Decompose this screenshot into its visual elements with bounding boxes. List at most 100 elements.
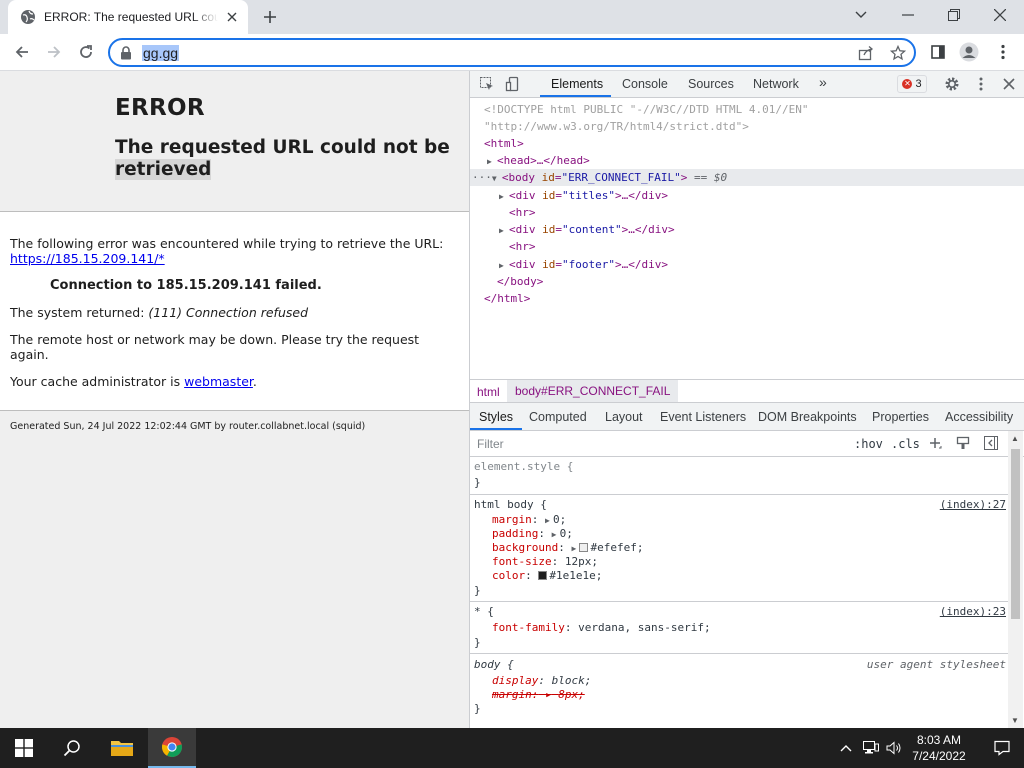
paint-brush-icon[interactable]: [956, 436, 972, 452]
close-window-button[interactable]: [977, 0, 1023, 30]
inspect-element-icon[interactable]: [479, 76, 495, 92]
back-button[interactable]: [8, 38, 36, 66]
expand-triangle-icon[interactable]: ▶: [499, 257, 509, 274]
start-button-icon[interactable]: [0, 728, 48, 768]
lock-icon[interactable]: [120, 46, 134, 60]
subtab-layout[interactable]: Layout: [605, 410, 643, 424]
tab-close-icon[interactable]: [224, 9, 240, 25]
div-attr: id: [542, 223, 556, 236]
new-style-rule-icon[interactable]: [928, 436, 944, 452]
tab-elements[interactable]: Elements: [551, 77, 603, 91]
scroll-down-icon[interactable]: ▼: [1011, 716, 1019, 725]
body-node[interactable]: ···▼ <body id="ERR_CONNECT_FAIL"> == $0: [470, 169, 1024, 186]
tab-console[interactable]: Console: [622, 77, 668, 91]
profile-avatar-icon[interactable]: [955, 38, 983, 66]
network-icon[interactable]: [860, 728, 882, 768]
requested-url-link[interactable]: https://185.15.209.141/*: [10, 251, 165, 266]
html-node[interactable]: <html>: [484, 135, 524, 152]
tab-network[interactable]: Network: [753, 77, 799, 91]
collapse-triangle-icon[interactable]: ▼: [492, 170, 502, 187]
rule-selector[interactable]: body {: [474, 658, 514, 672]
bookmark-star-icon[interactable]: [889, 44, 907, 61]
webmaster-link[interactable]: webmaster: [184, 374, 253, 389]
subtab-styles[interactable]: Styles: [479, 410, 513, 424]
hov-toggle[interactable]: :hov: [854, 437, 883, 451]
rule-selector[interactable]: * {: [474, 605, 494, 619]
more-tabs-icon[interactable]: »: [819, 74, 827, 90]
body-attr-value: "ERR_CONNECT_FAIL": [561, 171, 681, 184]
expand-triangle-icon[interactable]: ▶: [499, 222, 509, 239]
prop-name: font-family: [492, 621, 565, 634]
toggle-sidebar-icon[interactable]: [984, 436, 1000, 452]
dots-icon: ···: [472, 171, 492, 184]
rule-source-link[interactable]: (index):27: [940, 498, 1006, 512]
cls-toggle[interactable]: .cls: [891, 437, 920, 451]
tab-search-icon[interactable]: [838, 0, 884, 30]
minimize-button[interactable]: [885, 0, 931, 30]
subtab-dom-breakpoints[interactable]: DOM Breakpoints: [758, 410, 857, 424]
forward-button[interactable]: [40, 38, 68, 66]
style-property[interactable]: margin: ▶ 0;: [492, 513, 566, 527]
expand-triangle-icon[interactable]: ▶: [499, 188, 509, 205]
styles-scrollbar[interactable]: ▲ ▼: [1008, 431, 1023, 728]
style-property[interactable]: background: ▶ #efefef;: [492, 541, 643, 555]
hr-node[interactable]: <hr>: [509, 204, 536, 221]
subtab-accessibility[interactable]: Accessibility: [945, 410, 1013, 424]
device-toolbar-icon[interactable]: [505, 76, 521, 92]
style-property[interactable]: color: #1e1e1e;: [492, 569, 602, 583]
expand-triangle-icon[interactable]: ▶: [545, 514, 553, 528]
chrome-menu-icon[interactable]: [989, 38, 1017, 66]
prop-value: 0;: [553, 513, 567, 526]
new-tab-button[interactable]: [258, 6, 282, 28]
subtab-computed[interactable]: Computed: [529, 410, 587, 424]
div-content-node[interactable]: ▶ <div id="content">…</div>: [499, 221, 675, 238]
search-icon[interactable]: [48, 728, 96, 768]
style-property[interactable]: font-size: 12px;: [492, 555, 598, 569]
rule-selector[interactable]: html body {: [474, 498, 547, 512]
breadcrumb-body[interactable]: body#ERR_CONNECT_FAIL: [507, 380, 679, 402]
address-bar[interactable]: gg.gg: [108, 38, 916, 67]
system-clock[interactable]: 8:03 AM 7/24/2022: [900, 732, 978, 764]
settings-gear-icon[interactable]: [944, 76, 960, 92]
doctype-line[interactable]: "http://www.w3.org/TR/html4/strict.dtd">: [484, 118, 749, 135]
element-style-selector[interactable]: element.style {: [474, 460, 573, 474]
close-devtools-icon[interactable]: [1001, 76, 1017, 92]
show-hidden-icons-icon[interactable]: [837, 728, 855, 768]
style-property[interactable]: padding: ▶ 0;: [492, 527, 573, 541]
reload-button[interactable]: [72, 38, 100, 66]
restore-button[interactable]: [931, 0, 977, 30]
div-titles-node[interactable]: ▶ <div id="titles">…</div>: [499, 187, 668, 204]
filter-input[interactable]: Filter: [477, 437, 504, 451]
tab-sources[interactable]: Sources: [688, 77, 734, 91]
scrollbar-thumb[interactable]: [1011, 449, 1020, 619]
expand-triangle-icon[interactable]: ▶: [487, 153, 497, 170]
body-end-node[interactable]: </body>: [497, 273, 543, 290]
chrome-taskbar-icon[interactable]: [148, 728, 196, 768]
clock-time: 8:03 AM: [916, 733, 962, 747]
error-count-badge[interactable]: ✕ 3: [897, 75, 927, 93]
hr-node[interactable]: <hr>: [509, 238, 536, 255]
browser-tab[interactable]: ERROR: The requested URL could not be re…: [8, 0, 248, 34]
style-property[interactable]: font-family: verdana, sans-serif;: [492, 621, 711, 635]
rule-source-link[interactable]: (index):23: [940, 605, 1006, 619]
color-swatch[interactable]: [538, 571, 548, 580]
side-panel-icon[interactable]: [924, 38, 952, 66]
html-end-node[interactable]: </html>: [484, 290, 530, 307]
notification-center-icon[interactable]: [980, 728, 1024, 768]
scroll-up-icon[interactable]: ▲: [1011, 434, 1019, 443]
styles-filter-bar: Filter :hov .cls: [470, 431, 1024, 457]
url-text[interactable]: gg.gg: [142, 45, 180, 61]
expand-triangle-icon[interactable]: ▶: [552, 528, 560, 542]
devtools-menu-icon[interactable]: [973, 76, 989, 92]
breadcrumb-html[interactable]: html: [477, 385, 500, 399]
error-subheading: The requested URL could not be retrieved: [115, 137, 455, 181]
file-explorer-icon[interactable]: [98, 728, 146, 768]
expand-triangle-icon[interactable]: ▶: [571, 542, 579, 556]
share-icon[interactable]: [858, 45, 874, 61]
color-swatch[interactable]: [579, 543, 589, 552]
div-footer-node[interactable]: ▶ <div id="footer">…</div>: [499, 256, 668, 273]
head-node[interactable]: ▶ <head>…</head>: [487, 152, 590, 169]
subtab-properties[interactable]: Properties: [872, 410, 929, 424]
doctype-line[interactable]: <!DOCTYPE html PUBLIC "-//W3C//DTD HTML …: [484, 101, 809, 118]
subtab-event-listeners[interactable]: Event Listeners: [660, 410, 746, 424]
